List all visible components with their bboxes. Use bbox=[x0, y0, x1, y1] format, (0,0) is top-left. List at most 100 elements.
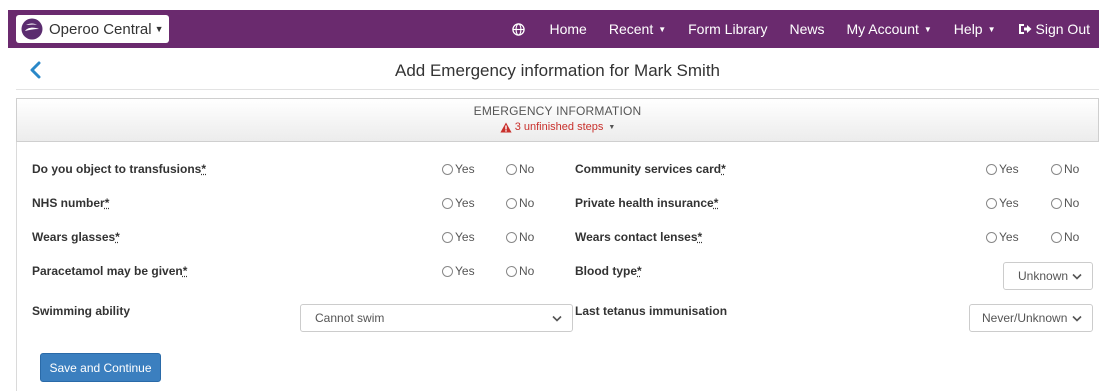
field-label-text: Wears contact lenses bbox=[575, 230, 698, 244]
field-label-text: Wears glasses bbox=[32, 230, 116, 244]
nhs-number-no-radio[interactable]: No bbox=[506, 196, 534, 210]
nav-sign-out-label: Sign Out bbox=[1035, 21, 1090, 37]
select-value: Never/Unknown bbox=[982, 311, 1068, 325]
community-card-yes-radio[interactable]: Yes bbox=[986, 162, 1019, 176]
required-marker: * bbox=[115, 230, 120, 244]
radio-circle bbox=[1051, 197, 1062, 209]
save-and-continue-button[interactable]: Save and Continue bbox=[40, 353, 161, 382]
wears-glasses-yes-radio[interactable]: Yes bbox=[442, 230, 475, 244]
field-label-contact-lenses: Wears contact lenses* bbox=[575, 230, 702, 244]
nav-news[interactable]: News bbox=[789, 21, 824, 37]
save-button-label: Save and Continue bbox=[49, 360, 152, 375]
radio-label: No bbox=[519, 196, 535, 210]
caret-down-icon: ▼ bbox=[987, 24, 996, 34]
required-marker: * bbox=[104, 196, 110, 210]
nhs-number-yes-radio[interactable]: Yes bbox=[442, 196, 475, 210]
nav-recent-label: Recent bbox=[608, 21, 654, 37]
field-label-text: Do you object to transfusions bbox=[32, 162, 202, 176]
paracetamol-yes-radio[interactable]: Yes bbox=[442, 264, 475, 278]
radio-label: No bbox=[1064, 196, 1080, 210]
radio-label: Yes bbox=[455, 162, 475, 176]
swimming-ability-select[interactable]: Cannot swim bbox=[300, 304, 573, 332]
required-marker: * bbox=[637, 264, 642, 278]
radio-circle bbox=[442, 231, 453, 243]
community-card-no-radio[interactable]: No bbox=[1051, 162, 1079, 176]
radio-label: No bbox=[519, 264, 535, 278]
nav-sign-out[interactable]: Sign Out bbox=[1018, 21, 1090, 37]
nav-help-label: Help bbox=[953, 21, 983, 37]
section-title: EMERGENCY INFORMATION bbox=[473, 104, 642, 118]
select-value: Cannot swim bbox=[315, 311, 385, 325]
radio-circle bbox=[506, 265, 517, 277]
radio-label: No bbox=[1064, 162, 1080, 176]
radio-circle bbox=[506, 197, 517, 209]
radio-circle bbox=[442, 197, 453, 209]
radio-label: Yes bbox=[455, 196, 475, 210]
radio-circle bbox=[506, 163, 517, 175]
radio-label: Yes bbox=[455, 264, 475, 278]
contact-lenses-yes-radio[interactable]: Yes bbox=[986, 230, 1019, 244]
radio-label: Yes bbox=[999, 230, 1019, 244]
page-title: Add Emergency information for Mark Smith bbox=[394, 61, 720, 80]
field-label-text: Last tetanus immunisation bbox=[575, 304, 728, 318]
radio-circle bbox=[1051, 231, 1062, 243]
transfusions-yes-radio[interactable]: Yes bbox=[442, 162, 475, 176]
field-label-transfusions: Do you object to transfusions* bbox=[32, 162, 206, 176]
field-label-paracetamol: Paracetamol may be given* bbox=[32, 264, 187, 278]
operoo-logo-icon bbox=[21, 18, 43, 40]
private-insurance-no-radio[interactable]: No bbox=[1051, 196, 1079, 210]
radio-label: No bbox=[519, 162, 535, 176]
field-label-community-card: Community services card* bbox=[575, 162, 726, 176]
caret-down-icon: ▼ bbox=[923, 24, 932, 34]
nav-news-label: News bbox=[789, 21, 825, 37]
sign-out-icon bbox=[1018, 24, 1032, 34]
select-value: Unknown bbox=[1018, 269, 1069, 283]
nav-home[interactable]: Home bbox=[549, 21, 586, 37]
contact-lenses-no-radio[interactable]: No bbox=[1051, 230, 1079, 244]
chevron-down-icon bbox=[1072, 273, 1082, 280]
radio-circle bbox=[442, 163, 453, 175]
nav-menu: Home Recent ▼ Form Library News My Accoun… bbox=[512, 10, 1099, 48]
globe-button[interactable] bbox=[512, 22, 527, 36]
chevron-down-icon bbox=[552, 315, 562, 322]
radio-label: Yes bbox=[455, 230, 475, 244]
field-label-text: Paracetamol may be given bbox=[32, 264, 183, 278]
field-label-text: Community services card bbox=[575, 162, 722, 176]
top-navbar: Operoo Central ▼ Home Recent ▼ Form Libra… bbox=[8, 10, 1099, 48]
private-insurance-yes-radio[interactable]: Yes bbox=[986, 196, 1019, 210]
field-label-text: Swimming ability bbox=[32, 304, 131, 318]
section-header: EMERGENCY INFORMATION 3 unfinished steps… bbox=[16, 98, 1099, 142]
unfinished-steps-dropdown[interactable]: 3 unfinished steps ▼ bbox=[500, 121, 615, 133]
caret-down-icon: ▼ bbox=[658, 24, 667, 34]
radio-circle bbox=[986, 231, 997, 243]
nav-my-account[interactable]: My Account ▼ bbox=[847, 21, 932, 37]
required-marker: * bbox=[697, 230, 703, 244]
nav-home-label: Home bbox=[549, 21, 587, 37]
nav-help[interactable]: Help ▼ bbox=[954, 21, 996, 37]
field-label-text: Blood type bbox=[575, 264, 637, 278]
radio-label: Yes bbox=[999, 196, 1019, 210]
field-label-tetanus: Last tetanus immunisation bbox=[575, 304, 727, 318]
paracetamol-no-radio[interactable]: No bbox=[506, 264, 534, 278]
nav-form-library[interactable]: Form Library bbox=[688, 21, 767, 37]
radio-circle bbox=[986, 197, 997, 209]
required-marker: * bbox=[201, 162, 207, 176]
radio-label: No bbox=[1064, 230, 1080, 244]
radio-circle bbox=[1051, 163, 1062, 175]
transfusions-no-radio[interactable]: No bbox=[506, 162, 534, 176]
tetanus-select[interactable]: Never/Unknown bbox=[969, 304, 1093, 332]
blood-type-select[interactable]: Unknown bbox=[1003, 262, 1093, 290]
radio-label: No bbox=[519, 230, 535, 244]
brand-dropdown[interactable]: Operoo Central ▼ bbox=[16, 15, 169, 43]
brand-label: Operoo Central bbox=[49, 20, 152, 38]
unfinished-steps-label: 3 unfinished steps bbox=[514, 121, 604, 133]
wears-glasses-no-radio[interactable]: No bbox=[506, 230, 534, 244]
field-label-swimming: Swimming ability bbox=[32, 304, 130, 318]
nav-recent[interactable]: Recent ▼ bbox=[609, 21, 666, 37]
required-marker: * bbox=[713, 196, 719, 210]
radio-circle bbox=[506, 231, 517, 243]
caret-down-icon: ▼ bbox=[154, 24, 164, 34]
radio-label: Yes bbox=[999, 162, 1019, 176]
warning-icon bbox=[500, 122, 512, 132]
field-label-nhs-number: NHS number* bbox=[32, 196, 109, 210]
